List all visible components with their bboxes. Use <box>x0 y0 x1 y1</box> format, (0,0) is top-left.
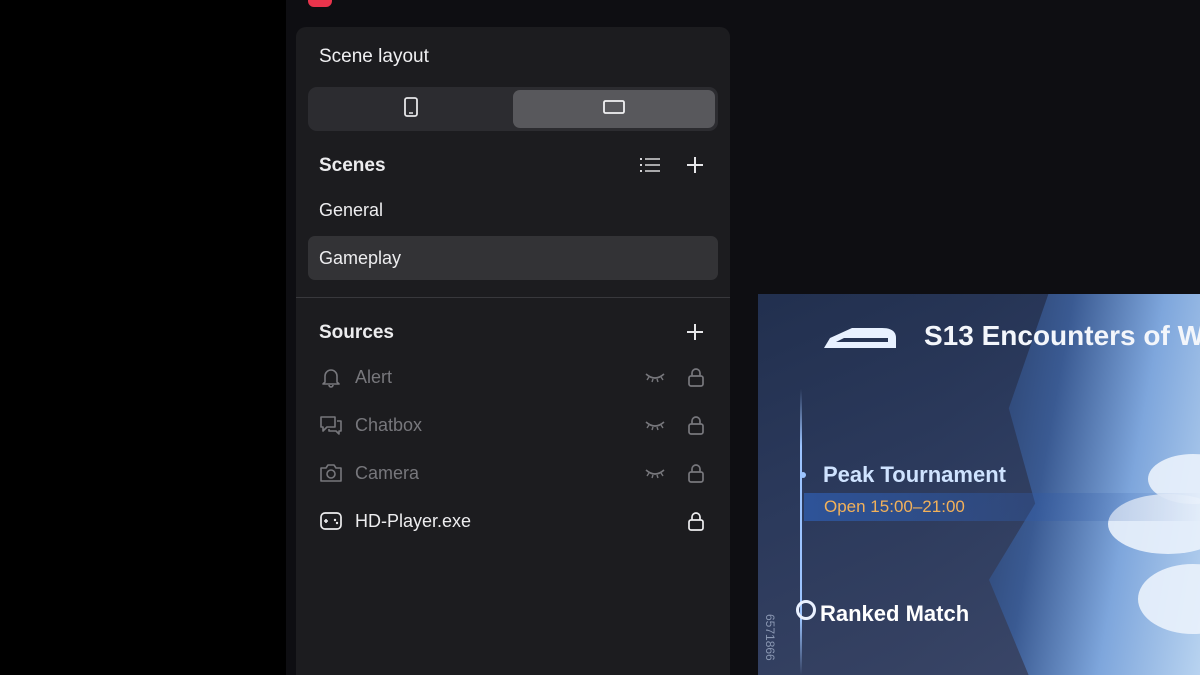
eye-closed-icon[interactable] <box>644 462 666 484</box>
layout-toggle <box>308 87 718 131</box>
eye-closed-icon[interactable] <box>644 366 666 388</box>
source-label: HD-Player.exe <box>355 510 472 531</box>
source-label: Alert <box>355 366 393 387</box>
match-label: Ranked Match <box>820 601 970 626</box>
source-item-camera[interactable]: Camera <box>308 451 718 495</box>
landscape-layout-button[interactable] <box>513 90 715 128</box>
sources-title: Sources <box>319 322 394 343</box>
chat-bubbles-icon <box>319 413 343 437</box>
scene-label: Gameplay <box>319 247 402 268</box>
preview-cloud <box>1138 564 1200 634</box>
source-item-alert[interactable]: Alert <box>308 355 718 399</box>
source-label: Camera <box>355 462 420 483</box>
event-logo-icon <box>824 328 896 348</box>
lock-icon[interactable] <box>685 462 707 484</box>
app-logo <box>308 0 332 7</box>
timeline-line <box>800 389 802 675</box>
game-preview[interactable]: S13 Encounters of W Peak Tournament Open… <box>758 294 1200 675</box>
scenes-title: Scenes <box>319 155 386 176</box>
lock-icon[interactable] <box>685 510 707 532</box>
lock-icon[interactable] <box>685 414 707 436</box>
source-item-hd-player[interactable]: HD-Player.exe <box>308 499 718 543</box>
source-label: Chatbox <box>355 414 423 435</box>
portrait-layout-button[interactable] <box>311 90 511 128</box>
timeline-ring <box>796 600 816 620</box>
banner-title: S13 Encounters of W <box>924 320 1200 351</box>
list-icon[interactable] <box>639 154 661 176</box>
eye-closed-icon[interactable] <box>644 414 666 436</box>
scene-panel: Scene layout Scenes General Gameplay Sou… <box>296 27 730 675</box>
camera-icon <box>319 461 343 485</box>
lock-icon[interactable] <box>685 366 707 388</box>
add-scene-icon[interactable] <box>684 154 706 176</box>
add-source-icon[interactable] <box>684 321 706 343</box>
gamepad-icon <box>319 509 343 533</box>
phone-portrait-icon <box>404 96 418 122</box>
uid-text: 6571866 <box>763 614 777 661</box>
timeline-dot <box>800 472 806 478</box>
source-item-chatbox[interactable]: Chatbox <box>308 403 718 447</box>
divider <box>296 297 730 298</box>
scene-label: General <box>319 199 384 220</box>
bell-icon <box>319 365 343 389</box>
scene-item-gameplay[interactable]: Gameplay <box>308 236 718 280</box>
scene-item-general[interactable]: General <box>308 188 718 232</box>
scene-layout-title: Scene layout <box>319 46 429 67</box>
landscape-screen-icon <box>603 99 625 119</box>
event-time: Open 15:00–21:00 <box>824 497 965 516</box>
event-title: Peak Tournament <box>823 462 1006 487</box>
